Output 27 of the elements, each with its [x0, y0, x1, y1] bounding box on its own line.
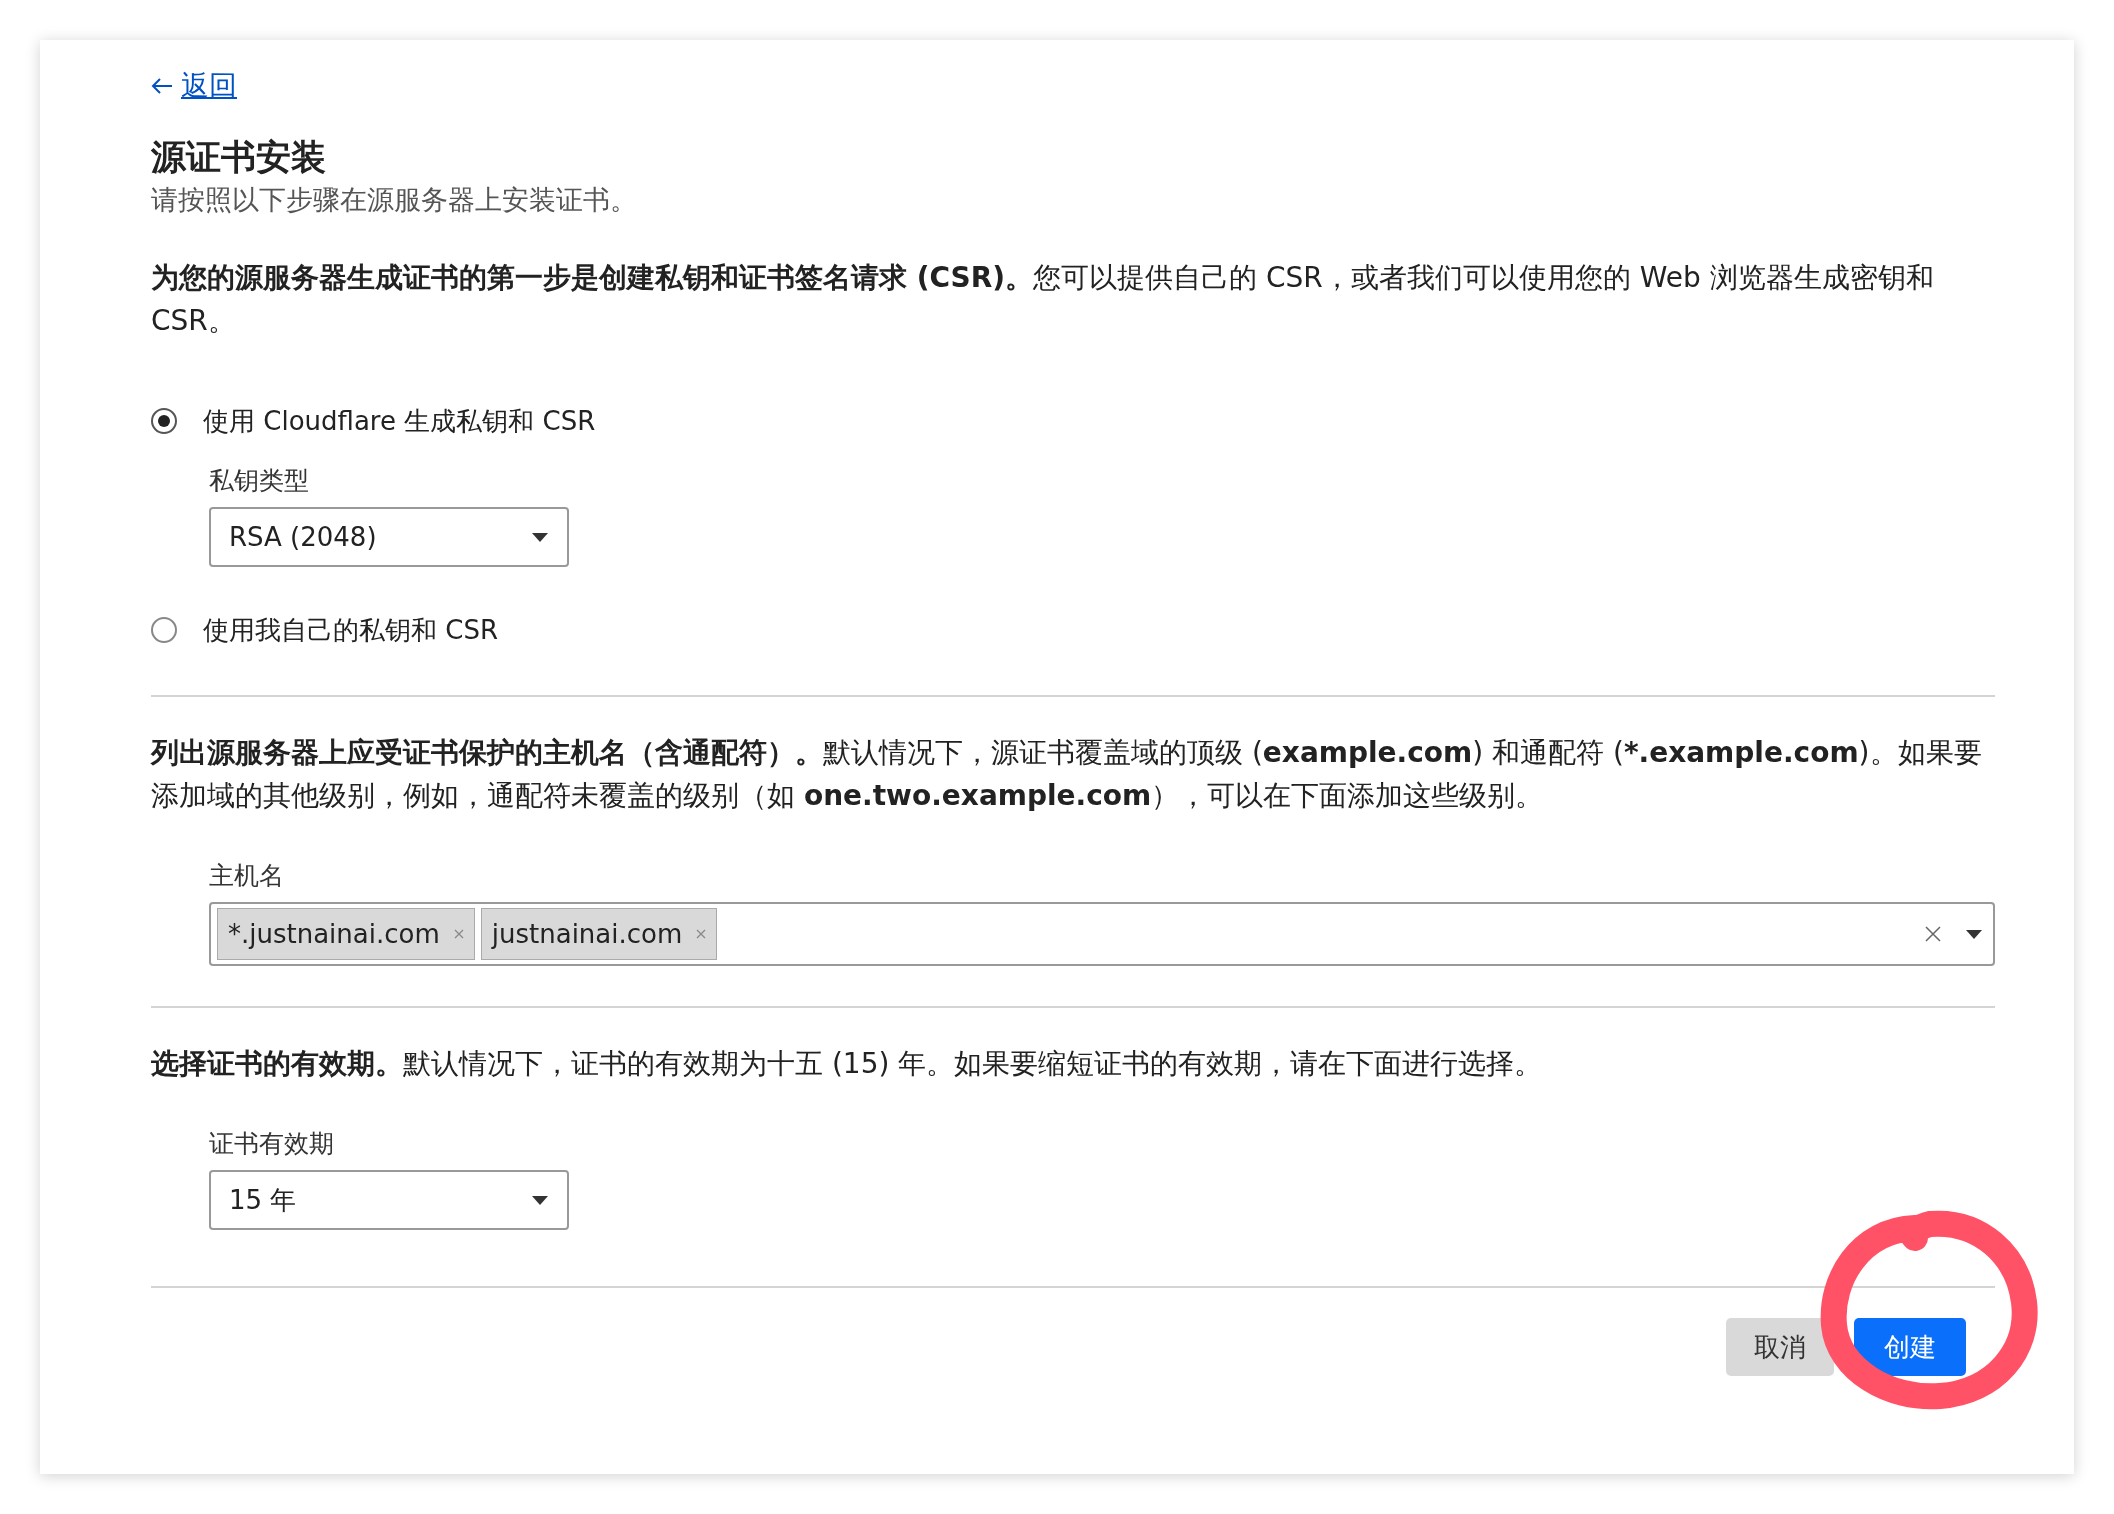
field-label: 私钥类型	[209, 465, 310, 497]
radio-button[interactable]	[151, 408, 177, 434]
hostname-tag: *.justnainai.com	[217, 908, 475, 960]
caret-icon	[531, 1194, 549, 1206]
back-link[interactable]: 返回	[181, 67, 237, 105]
arrow-left-icon	[151, 77, 173, 95]
remove-icon	[696, 929, 707, 939]
instruction-text: 列出源服务器上应受证书保护的主机名（含通配符）。默认情况下，源证书覆盖域的顶级 (example.com) 和通配符 (*.example.com)。如果要添加域的其他级别，例如，通配符未覆盖的级别（如 one.two.example.com），可以在下面添加这些级别。	[151, 735, 1983, 814]
caret-icon	[1965, 928, 1983, 940]
page-title: 源证书安装	[151, 136, 327, 179]
select-field[interactable]: RSA (2048)	[209, 507, 569, 567]
radio-label[interactable]: 使用我自己的私钥和 CSR	[203, 612, 498, 648]
select-field[interactable]: 15 年	[209, 1170, 569, 1230]
instruction-text: 选择证书的有效期。默认情况下，证书的有效期为十五 (15) 年。如果要缩短证书的有效期，请在下面进行选择。	[151, 1046, 1544, 1082]
hostname-tag: justnainai.com	[480, 908, 718, 960]
instruction-text: 为您的源服务器生成证书的第一步是创建私钥和证书签名请求 (CSR)。您可以提供自己的 CSR，或者我们可以使用您的 Web 浏览器生成密钥和 CSR。	[151, 260, 1935, 339]
field-label: 主机名	[209, 860, 285, 892]
field-label: 证书有效期	[209, 1128, 335, 1160]
radio-button[interactable]	[151, 617, 177, 643]
caret-icon	[531, 531, 549, 543]
radio-label[interactable]: 使用 Cloudflare 生成私钥和 CSR	[203, 403, 596, 439]
clear-icon	[1925, 926, 1941, 942]
create-button[interactable]: 创建	[1854, 1318, 1966, 1376]
remove-icon	[453, 929, 464, 939]
hostname-field[interactable]: *.justnainai.com justnainai.com	[209, 902, 1995, 966]
cancel-button[interactable]: 取消	[1726, 1318, 1834, 1376]
page-subtitle: 请按照以下步骤在源服务器上安装证书。	[151, 183, 638, 217]
